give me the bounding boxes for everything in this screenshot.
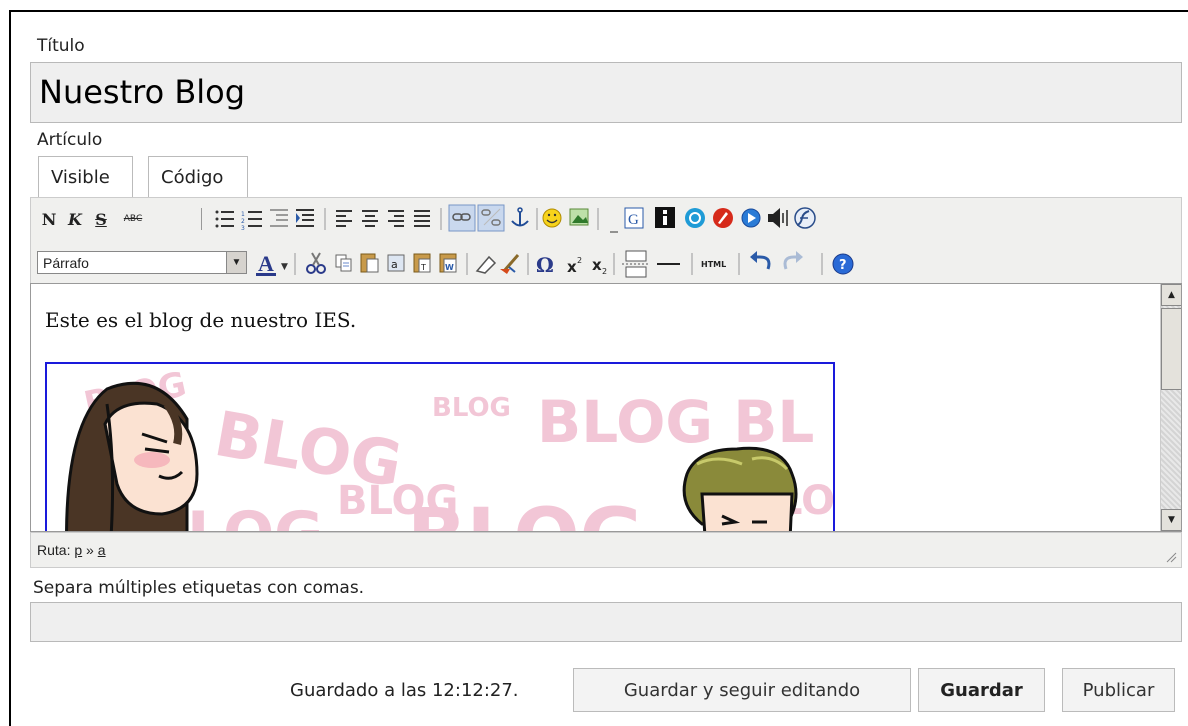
cleanup-icon[interactable] (500, 254, 520, 274)
path-a-link[interactable]: a (98, 542, 106, 558)
link-icon[interactable] (448, 204, 476, 232)
toolbar-icons-row2: A ▼ a T W Ω x2 x2 HTML ? (256, 250, 854, 278)
publish-button[interactable]: Publicar (1062, 668, 1175, 712)
save-and-continue-button[interactable]: Guardar y seguir editando (573, 668, 911, 712)
svg-text:2: 2 (577, 256, 582, 265)
indent-icon[interactable] (296, 209, 314, 227)
boy-character (682, 446, 798, 531)
save-button[interactable]: Guardar (918, 668, 1045, 712)
editor-text: Este es el blog de nuestro IES. (45, 308, 357, 332)
cut-icon[interactable] (306, 252, 326, 274)
audio-icon[interactable] (768, 208, 788, 228)
svg-text:1: 1 (241, 211, 245, 218)
bullet-list-icon[interactable] (215, 210, 235, 228)
html-source-icon[interactable]: HTML (701, 260, 726, 269)
html-label: HTML (701, 260, 726, 269)
svg-text:3: 3 (241, 225, 245, 232)
tags-input[interactable] (30, 602, 1182, 642)
superscript-icon[interactable]: x2 (567, 256, 582, 276)
tags-hint: Separa múltiples etiquetas con comas. (33, 578, 365, 598)
paste-word-icon[interactable]: W (439, 253, 457, 273)
image-word: BLOG BL (537, 388, 814, 456)
svg-text:?: ? (839, 258, 847, 273)
undo-icon[interactable] (750, 251, 771, 270)
copy-icon[interactable] (335, 254, 352, 272)
svg-text:▼: ▼ (281, 262, 288, 272)
realplayer-icon[interactable] (713, 208, 733, 228)
svg-text:x: x (567, 258, 577, 276)
scroll-up-icon[interactable]: ▲ (1161, 284, 1181, 306)
image-word: LOG (187, 499, 323, 532)
flash-icon[interactable] (794, 207, 816, 229)
emoticon-icon[interactable] (542, 208, 562, 228)
pagebreak-icon[interactable] (622, 250, 650, 278)
svg-text:2: 2 (602, 267, 607, 276)
resize-grip-icon[interactable] (1165, 551, 1177, 563)
media-player-icon[interactable] (741, 208, 761, 228)
eraser-icon[interactable] (475, 255, 497, 274)
align-right-icon[interactable] (388, 210, 404, 227)
scroll-down-icon[interactable]: ▼ (1161, 509, 1181, 531)
image-word: BLOG (432, 393, 511, 423)
align-left-icon[interactable] (336, 210, 352, 227)
blog-illustration: BLOG BLOG BLOG BLOG BL LOG BLOG BLOG LOG (65, 364, 833, 532)
svg-text:T: T (420, 263, 426, 272)
google-icon[interactable]: G (624, 207, 644, 229)
saved-status: Guardado a las 12:12:27. (290, 680, 519, 701)
svg-text:G: G (628, 212, 639, 228)
outdent-icon[interactable] (270, 209, 288, 227)
paste-icon[interactable] (360, 253, 379, 273)
editor-status-bar: Ruta: p » a (30, 532, 1182, 568)
editor-content-area[interactable]: Este es el blog de nuestro IES. BLOG BLO… (30, 283, 1182, 532)
subscript-icon[interactable]: x2 (592, 256, 607, 276)
paste-plain-icon[interactable]: T (413, 253, 431, 273)
special-char-icon[interactable]: Ω (536, 253, 554, 277)
redo-icon[interactable] (783, 251, 803, 270)
image-word: BLOG (407, 493, 644, 532)
align-center-icon[interactable] (362, 210, 378, 227)
svg-text:a: a (391, 258, 398, 271)
help-icon[interactable]: ? (832, 253, 854, 275)
unlink-icon[interactable] (477, 204, 505, 232)
text-color-icon[interactable]: A ▼ (256, 251, 288, 276)
info-icon[interactable] (655, 207, 675, 228)
scroll-thumb[interactable] (1161, 308, 1181, 390)
path-p-link[interactable]: p (74, 542, 82, 558)
quicktime-icon[interactable] (685, 208, 705, 228)
svg-text:W: W (445, 263, 454, 272)
editor-scrollbar[interactable]: ▲ ▼ (1160, 284, 1181, 531)
justify-icon[interactable] (414, 210, 430, 227)
numbered-list-icon[interactable]: 123 (241, 211, 262, 232)
paste-text-icon[interactable]: a (387, 254, 405, 272)
path-label: Ruta: (37, 542, 71, 558)
svg-text:x: x (592, 256, 602, 274)
blog-image[interactable]: BLOG BLOG BLOG BLOG BL LOG BLOG BLOG LOG (45, 362, 835, 532)
path-separator: » (86, 542, 94, 558)
anchor-icon[interactable] (511, 207, 529, 227)
svg-text:2: 2 (241, 218, 245, 225)
omega-label: Ω (536, 253, 554, 277)
image-icon[interactable] (569, 208, 589, 226)
svg-text:A: A (258, 251, 274, 276)
